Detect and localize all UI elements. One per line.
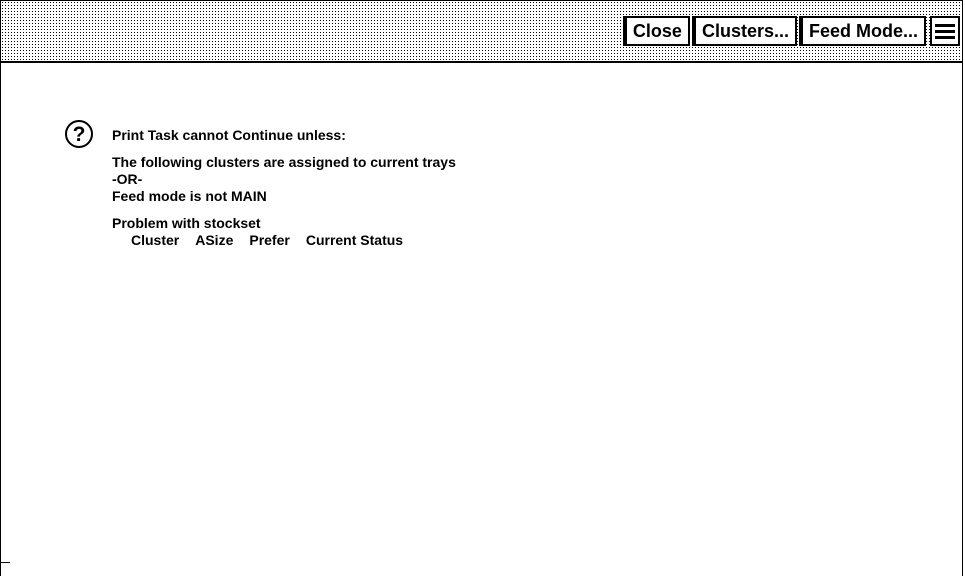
- column-header-asize: ASize: [195, 232, 234, 248]
- table-header-row: Cluster ASize Prefer Current Status: [112, 232, 456, 249]
- menu-bar: [935, 35, 955, 39]
- menu-icon[interactable]: [930, 16, 960, 46]
- column-header-cluster: Cluster: [131, 232, 180, 248]
- menu-bar: [935, 29, 955, 33]
- feed-mode-button[interactable]: Feed Mode...: [800, 16, 926, 46]
- message-text: Print Task cannot Continue unless: The f…: [112, 127, 456, 259]
- clusters-button[interactable]: Clusters...: [693, 16, 797, 46]
- condition-line: Feed mode is not MAIN: [112, 188, 267, 204]
- divider: [0, 562, 10, 563]
- problem-block: Problem with stockset Cluster ASize Pref…: [112, 215, 456, 249]
- svg-text:?: ?: [73, 123, 86, 146]
- toolbar: Close Clusters... Feed Mode...: [624, 16, 960, 46]
- problem-heading: Problem with stockset: [112, 215, 261, 231]
- condition-line: -OR-: [112, 171, 143, 187]
- message-area: ? Print Task cannot Continue unless: The…: [1, 63, 962, 576]
- column-header-current-status: Current Status: [305, 232, 404, 248]
- column-header-prefer: Prefer: [249, 232, 290, 248]
- condition-block: The following clusters are assigned to c…: [112, 154, 456, 205]
- message-title: Print Task cannot Continue unless:: [112, 127, 346, 143]
- condition-line: The following clusters are assigned to c…: [112, 154, 456, 170]
- window-header: Close Clusters... Feed Mode...: [1, 0, 962, 63]
- question-icon: ?: [65, 120, 93, 148]
- close-button[interactable]: Close: [624, 16, 690, 46]
- dialog-window: Close Clusters... Feed Mode... ? Print T…: [0, 0, 963, 576]
- menu-bar: [935, 23, 955, 27]
